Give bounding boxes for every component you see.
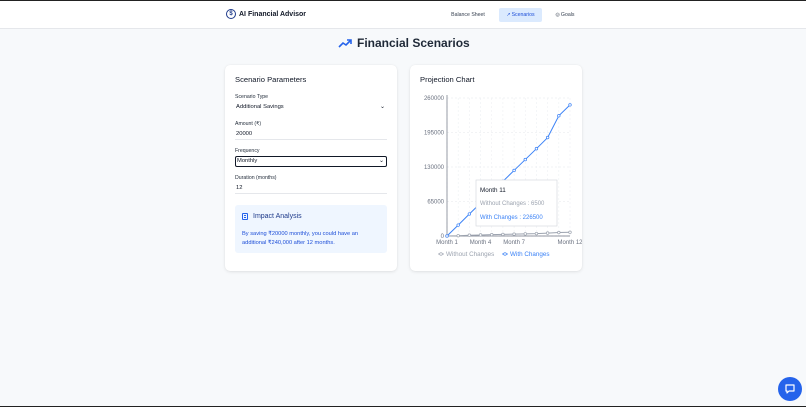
x-tick-label: Month 1: [436, 240, 458, 246]
impact-text: By saving ₹20000 monthly, you could have…: [242, 231, 359, 246]
chevron-down-icon: ⌄: [379, 104, 385, 110]
x-tick-label: Month 12: [557, 240, 582, 246]
impact-analysis-box: Impact Analysis By saving ₹20000 monthly…: [235, 205, 387, 253]
projection-chart-card: Projection Chart 0 65000 130000 195000 26000…: [410, 65, 582, 271]
data-point: [557, 230, 561, 235]
amount-input[interactable]: 20000: [235, 129, 387, 140]
trending-up-icon: ↗: [506, 12, 511, 18]
dollar-icon: $: [226, 9, 236, 19]
amount-label: Amount (₹): [235, 121, 262, 127]
scenario-type-label: Scenario Type: [235, 94, 269, 100]
page-title: Financial Scenarios: [338, 36, 470, 50]
target-icon: ◎: [555, 12, 560, 18]
y-tick-label: 130000: [424, 165, 445, 171]
data-point: [545, 135, 550, 140]
data-point: [456, 234, 460, 238]
duration-label: Duration (months): [235, 175, 277, 181]
data-point: [534, 231, 539, 236]
scenario-type-value: Additional Savings: [236, 104, 284, 110]
legend-marker: [439, 252, 443, 256]
series-line: [446, 231, 571, 237]
calculator-icon: [242, 213, 248, 220]
nav-balance-sheet[interactable]: Balance Sheet: [445, 8, 491, 22]
nav-goals[interactable]: ◎Goals: [550, 8, 580, 22]
data-point: [523, 157, 527, 162]
frequency-select[interactable]: Monthly ⌄: [235, 156, 387, 167]
data-point: [512, 232, 516, 236]
chat-icon: [785, 384, 795, 394]
chat-button[interactable]: [778, 377, 802, 401]
impact-title: Impact Analysis: [253, 213, 302, 220]
legend-label: Without Changes: [446, 251, 494, 258]
card-title: Scenario Parameters: [235, 75, 307, 84]
y-tick-label: 65000: [427, 200, 444, 206]
data-point: [501, 232, 505, 237]
data-point: [557, 114, 561, 118]
chevron-down-icon: ⌄: [378, 158, 384, 164]
projection-chart[interactable]: 065000130000195000260000Month 1 Month 4 Mo…: [410, 65, 582, 271]
data-point: [467, 233, 472, 237]
trending-up-icon: [338, 39, 352, 48]
tooltip-month: Month 11: [480, 187, 506, 194]
nav-scenarios-label: Scenarios: [511, 12, 535, 18]
data-point: [512, 168, 516, 173]
data-point: [568, 230, 572, 234]
legend-label: With Changes: [510, 251, 550, 258]
y-tick-label: 195000: [424, 131, 445, 137]
tooltip-with: With Changes : 226500: [480, 215, 543, 221]
data-point: [534, 147, 539, 151]
frequency-label: Frequency: [235, 148, 260, 154]
data-point: [523, 232, 527, 236]
data-point: [445, 234, 449, 238]
duration-input[interactable]: 12: [235, 183, 387, 194]
frequency-value: Monthly: [237, 158, 258, 164]
x-tick-label: Month 4: [470, 240, 492, 246]
nav-goals-label: Goals: [560, 12, 575, 18]
brand[interactable]: $ AI Financial Advisor: [226, 9, 306, 19]
data-point: [456, 223, 460, 227]
nav-scenarios[interactable]: ↗Scenarios: [499, 8, 542, 22]
data-point: [467, 212, 472, 216]
brand-title: AI Financial Advisor: [239, 10, 307, 18]
top-navbar: $ AI Financial Advisor Balance Sheet ↗Sc…: [0, 1, 806, 29]
x-tick-label: Month 7: [503, 240, 525, 246]
data-point: [490, 233, 494, 237]
y-tick-label: 260000: [424, 96, 445, 102]
data-point: [478, 233, 483, 237]
legend-marker: [503, 252, 507, 256]
scenario-type-select[interactable]: Additional Savings ⌄: [235, 102, 387, 113]
data-point: [568, 103, 572, 107]
page-title-text: Financial Scenarios: [357, 36, 470, 50]
scenario-parameters-card: Scenario Parameters Scenario Type Additi…: [225, 65, 397, 271]
data-point: [545, 231, 550, 235]
impact-header: Impact Analysis: [242, 213, 302, 220]
tooltip-without: Without Changes : 6500: [480, 201, 545, 207]
